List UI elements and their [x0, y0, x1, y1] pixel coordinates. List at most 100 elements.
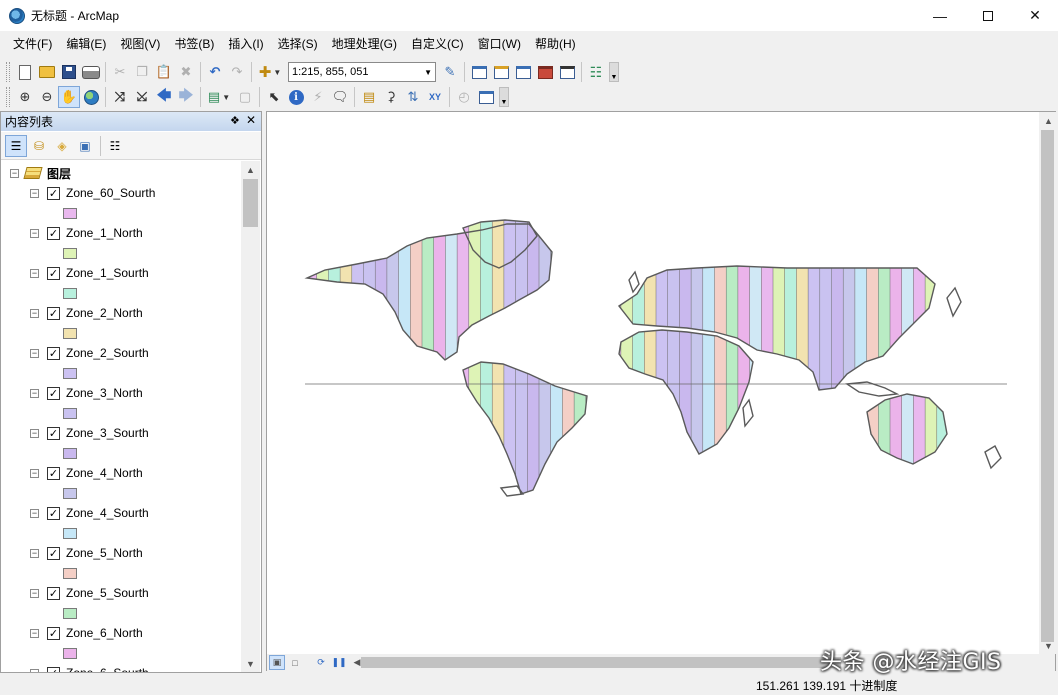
layer-visibility-checkbox[interactable]: ✓ — [47, 306, 60, 320]
scroll-up-icon[interactable]: ▲ — [241, 161, 260, 178]
layer-visibility-checkbox[interactable]: ✓ — [47, 546, 60, 560]
hyperlink-button[interactable]: ⚡ — [307, 86, 329, 108]
print-button[interactable] — [80, 61, 102, 83]
maximize-button[interactable] — [965, 0, 1011, 31]
arctoolbox-button[interactable] — [534, 61, 556, 83]
world-utm-zones-map[interactable] — [267, 112, 1039, 654]
modelbuilder-button[interactable]: ☷ — [585, 61, 607, 83]
menu-help[interactable]: 帮助(H) — [528, 34, 583, 54]
previous-extent-button[interactable]: 🡄 — [153, 86, 175, 108]
collapse-icon[interactable]: − — [30, 588, 39, 598]
layer-name[interactable]: Zone_1_Sourth — [66, 266, 149, 280]
collapse-icon[interactable]: − — [30, 348, 39, 358]
layer-symbol-swatch[interactable] — [63, 567, 77, 579]
layer-name[interactable]: Zone_4_Sourth — [66, 506, 149, 520]
collapse-icon[interactable]: − — [30, 548, 39, 558]
layer-visibility-checkbox[interactable]: ✓ — [47, 186, 60, 200]
scroll-down-icon[interactable]: ▼ — [241, 655, 260, 672]
full-extent-button[interactable] — [80, 86, 102, 108]
layer-name[interactable]: Zone_3_North — [66, 386, 143, 400]
layer-name[interactable]: Zone_1_North — [66, 226, 143, 240]
next-extent-button[interactable]: 🡆 — [175, 86, 197, 108]
list-by-selection-button[interactable]: ▣ — [74, 135, 96, 157]
clear-selection-button[interactable]: ▢ — [234, 86, 256, 108]
layer-row[interactable]: − ✓ Zone_1_Sourth — [1, 263, 241, 283]
undo-button[interactable]: ↶ — [204, 61, 226, 83]
layer-row[interactable]: − ✓ Zone_3_Sourth — [1, 423, 241, 443]
layer-symbol-swatch[interactable] — [63, 647, 77, 659]
collapse-icon[interactable]: − — [30, 228, 39, 238]
layer-visibility-checkbox[interactable]: ✓ — [47, 266, 60, 280]
menu-customize[interactable]: 自定义(C) — [404, 34, 471, 54]
layer-symbol-swatch[interactable] — [63, 447, 77, 459]
layer-row[interactable]: − ✓ Zone_2_Sourth — [1, 343, 241, 363]
collapse-icon[interactable]: − — [30, 468, 39, 478]
menu-selection[interactable]: 选择(S) — [271, 34, 325, 54]
measure-button[interactable]: ▤ — [358, 86, 380, 108]
time-slider-button[interactable]: ◴ — [453, 86, 475, 108]
collapse-icon[interactable]: − — [10, 168, 19, 178]
layer-row[interactable]: − ✓ Zone_5_North — [1, 543, 241, 563]
toc-scroll-thumb[interactable] — [243, 179, 258, 227]
list-by-source-button[interactable]: ⛁ — [28, 135, 50, 157]
map-horizontal-scroll-thumb[interactable] — [361, 657, 841, 668]
layer-visibility-checkbox[interactable]: ✓ — [47, 666, 60, 672]
layer-visibility-checkbox[interactable]: ✓ — [47, 226, 60, 240]
scroll-down-icon[interactable]: ▼ — [1039, 637, 1058, 654]
catalog-window-button[interactable] — [490, 61, 512, 83]
menu-geoprocessing[interactable]: 地理处理(G) — [325, 34, 404, 54]
layer-row[interactable]: − ✓ Zone_3_North — [1, 383, 241, 403]
layer-row[interactable]: − ✓ Zone_4_Sourth — [1, 503, 241, 523]
fixed-zoom-out-button[interactable]: ⤩ — [131, 86, 153, 108]
layer-group-row[interactable]: − 图层 — [1, 163, 241, 183]
close-icon[interactable]: ✕ — [246, 113, 256, 127]
layer-visibility-checkbox[interactable]: ✓ — [47, 506, 60, 520]
data-view-button[interactable]: ▣ — [269, 655, 285, 670]
collapse-icon[interactable]: − — [30, 508, 39, 518]
layer-symbol-swatch[interactable] — [63, 527, 77, 539]
layer-symbol-swatch[interactable] — [63, 367, 77, 379]
layer-name[interactable]: Zone_60_Sourth — [66, 186, 155, 200]
layer-symbol-swatch[interactable] — [63, 407, 77, 419]
layer-name[interactable]: Zone_2_Sourth — [66, 346, 149, 360]
list-by-drawing-order-button[interactable]: ☰ — [5, 134, 27, 157]
zoom-in-button[interactable]: ⊕ — [14, 86, 36, 108]
layer-name[interactable]: Zone_4_North — [66, 466, 143, 480]
html-popup-button[interactable]: 🗨 — [329, 86, 351, 108]
layer-visibility-checkbox[interactable]: ✓ — [47, 466, 60, 480]
delete-button[interactable]: ✖ — [175, 61, 197, 83]
search-window-button[interactable] — [512, 61, 534, 83]
toolbar-options-icon[interactable]: ▼ — [499, 87, 509, 107]
find-route-button[interactable]: ⇅ — [402, 86, 424, 108]
layer-symbol-swatch[interactable] — [63, 607, 77, 619]
map-display[interactable]: ▲ ▼ ▣ □ ⟳ ❚❚ ◀ — [266, 111, 1056, 671]
collapse-icon[interactable]: − — [30, 388, 39, 398]
menu-view[interactable]: 视图(V) — [113, 34, 167, 54]
layer-row[interactable]: − ✓ Zone_6_North — [1, 623, 241, 643]
layer-name[interactable]: Zone_5_Sourth — [66, 586, 149, 600]
layout-view-button[interactable]: □ — [287, 655, 303, 670]
zoom-out-button[interactable]: ⊖ — [36, 86, 58, 108]
options-button[interactable]: ☷ — [104, 135, 126, 157]
editor-toolbar-button[interactable]: ✎ — [439, 61, 461, 83]
layer-row[interactable]: − ✓ Zone_1_North — [1, 223, 241, 243]
fixed-zoom-in-button[interactable]: ⤨ — [109, 86, 131, 108]
menu-insert[interactable]: 插入(I) — [221, 34, 270, 54]
select-features-button[interactable]: ▤ ▼ — [204, 86, 234, 108]
find-button[interactable]: ⚳ — [380, 86, 402, 108]
layer-symbol-swatch[interactable] — [63, 247, 77, 259]
identify-button[interactable]: i — [285, 86, 307, 108]
toolbar-options-icon[interactable]: ▼ — [609, 62, 619, 82]
open-button[interactable] — [36, 61, 58, 83]
collapse-icon[interactable]: − — [30, 188, 39, 198]
layer-symbol-swatch[interactable] — [63, 287, 77, 299]
select-elements-button[interactable]: ⬉ — [263, 86, 285, 108]
new-document-button[interactable] — [14, 61, 36, 83]
redo-button[interactable]: ↷ — [226, 61, 248, 83]
pan-button[interactable]: ✋ — [58, 86, 80, 108]
minimize-button[interactable]: — — [917, 0, 963, 31]
layer-row[interactable]: − ✓ Zone_6_Sourth — [1, 663, 241, 672]
cut-button[interactable]: ✂ — [109, 61, 131, 83]
layer-name[interactable]: Zone_6_Sourth — [66, 666, 149, 672]
layer-visibility-checkbox[interactable]: ✓ — [47, 426, 60, 440]
